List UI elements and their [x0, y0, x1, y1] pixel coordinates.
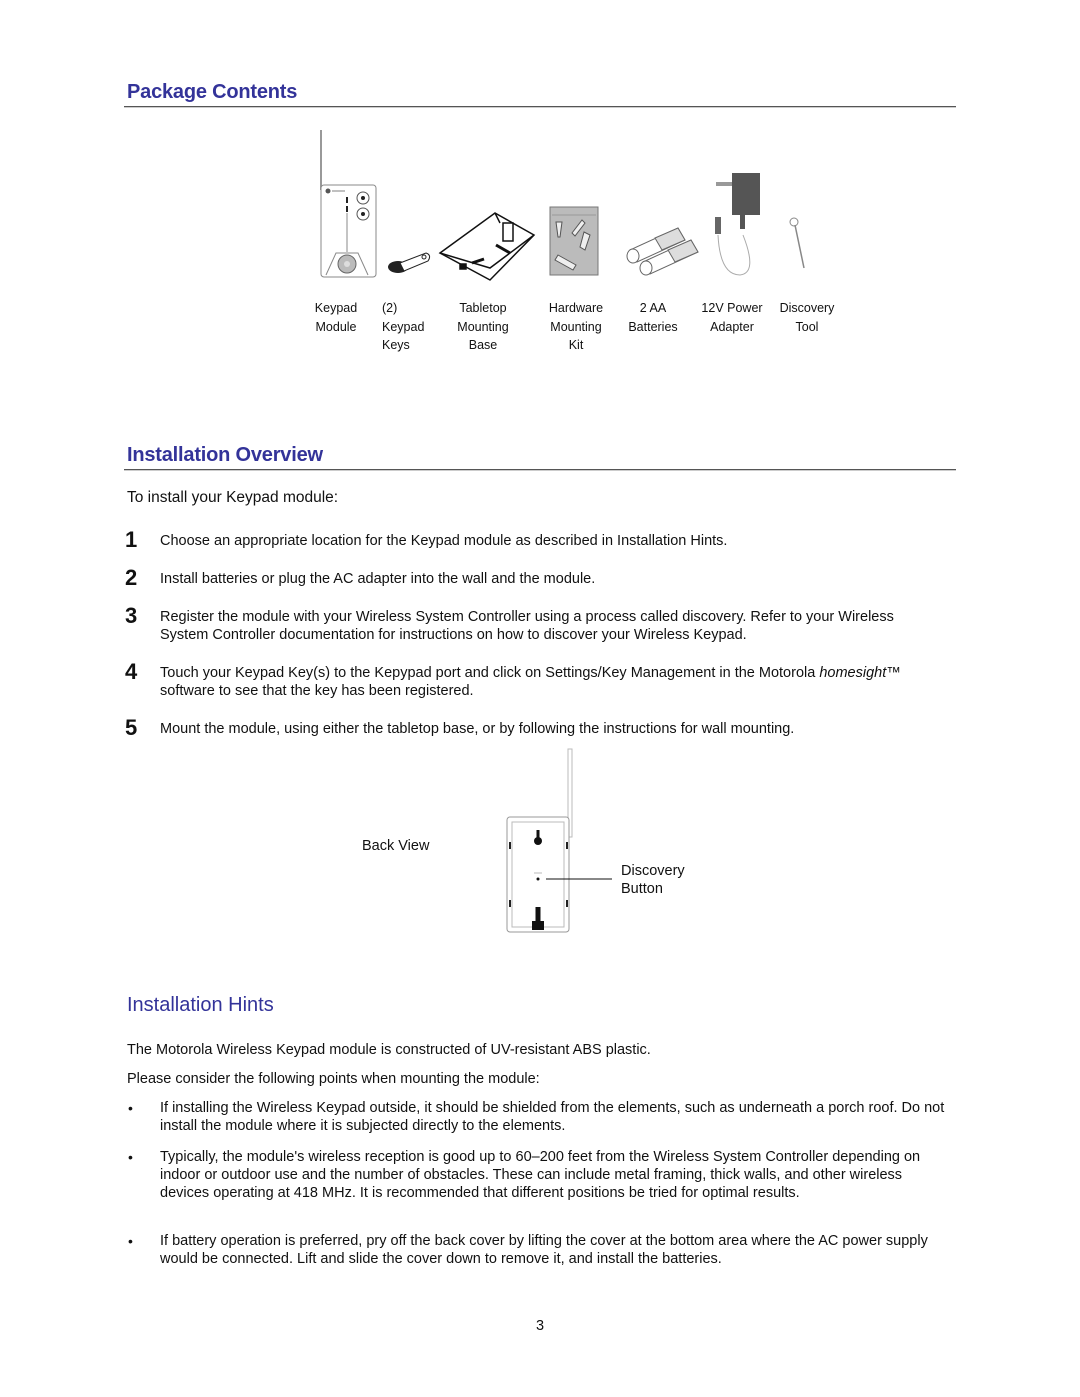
step-text: Install batteries or plug the AC adapter…: [160, 571, 596, 587]
caption-keypad-keys: (2) Keypad Keys: [382, 301, 425, 352]
section-title-installation-overview: Installation Overview: [127, 444, 323, 466]
keypad-keys-icon: [388, 252, 431, 273]
hint-bullet-text: Typically, the module's wireless recepti…: [160, 1149, 921, 1201]
bullet-glyph: •: [128, 1149, 133, 1165]
caption-hardware-kit: Hardware Mounting Kit: [548, 301, 604, 352]
section-title-installation-hints: Installation Hints: [127, 994, 274, 1016]
discovery-tool-icon: [789, 217, 805, 269]
caption-batteries: 2 AA Batteries: [628, 301, 678, 334]
back-view-label: Back View: [362, 838, 430, 854]
back-view-illustration: [506, 748, 612, 933]
hints-paragraph: Please consider the following points whe…: [127, 1071, 540, 1087]
keypad-module-icon: [320, 130, 377, 278]
step-number: 2: [125, 565, 138, 590]
tabletop-base-icon: [438, 212, 536, 281]
discovery-button-callout: Discovery Button: [621, 863, 685, 897]
section-rule: [124, 469, 956, 470]
caption-tabletop-base: Tabletop Mounting Base: [457, 301, 509, 352]
package-contents-illustration: [320, 130, 805, 281]
step-number: 5: [125, 715, 138, 740]
hint-bullet-text: If installing the Wireless Keypad outsid…: [160, 1100, 945, 1134]
caption-keypad-module: Keypad Module: [314, 301, 358, 334]
batteries-icon: [626, 227, 699, 276]
step-text: Register the module with your Wireless S…: [160, 609, 894, 643]
step-text: Choose an appropriate location for the K…: [160, 533, 728, 549]
hint-bullet-text: If battery operation is preferred, pry o…: [160, 1233, 928, 1267]
step-text: Touch your Keypad Key(s) to the Kepypad …: [160, 665, 901, 699]
hints-paragraph: The Motorola Wireless Keypad module is c…: [127, 1042, 651, 1058]
step-number: 3: [125, 603, 138, 628]
caption-power-adapter: 12V Power Adapter: [701, 301, 763, 334]
step-number: 1: [125, 527, 138, 552]
caption-discovery-tool: Discovery Tool: [779, 301, 835, 334]
step-text: Mount the module, using either the table…: [160, 721, 795, 737]
bullet-glyph: •: [128, 1233, 133, 1249]
section-rule: [124, 106, 956, 107]
section-title-package-contents: Package Contents: [127, 81, 298, 103]
bullet-glyph: •: [128, 1100, 133, 1116]
discovery-button-dot: [536, 877, 540, 881]
page-number: 3: [535, 1318, 545, 1334]
step-number: 4: [125, 659, 138, 684]
overview-intro: To install your Keypad module:: [127, 489, 339, 506]
power-adapter-icon: [715, 173, 760, 276]
hardware-kit-icon: [549, 206, 599, 276]
